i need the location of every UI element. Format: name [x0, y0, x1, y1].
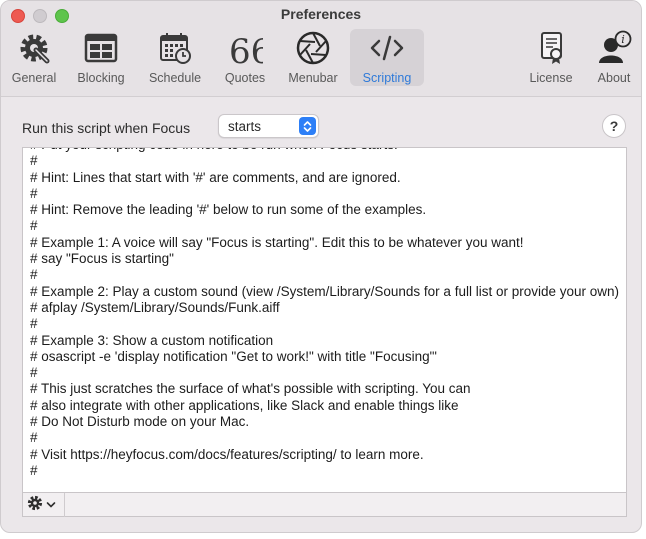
aperture-icon	[293, 29, 333, 67]
trigger-select[interactable]: starts	[218, 114, 319, 138]
script-editor[interactable]: # Put your scripting code in here to be …	[22, 147, 627, 493]
script-line: #	[30, 218, 38, 234]
script-text[interactable]: # Put your scripting code in here to be …	[30, 148, 626, 479]
script-line: # Example 1: A voice will say "Focus is …	[30, 234, 524, 250]
script-line: # say "Focus is starting"	[30, 251, 174, 267]
window-grid-icon	[81, 29, 121, 67]
code-brackets-icon	[367, 29, 407, 67]
trigger-label: Run this script when Focus	[22, 120, 191, 136]
toolbar-label: Blocking	[77, 71, 125, 85]
script-line: # osascript -e 'display notification "Ge…	[30, 348, 437, 364]
help-button[interactable]: ?	[602, 114, 626, 138]
toolbar-label: Schedule	[148, 71, 202, 85]
toolbar-label: License	[529, 71, 573, 85]
trigger-select-value: starts	[228, 119, 262, 134]
certificate-icon	[531, 29, 571, 67]
svg-text:i: i	[621, 33, 625, 46]
script-line: #	[30, 316, 38, 332]
window-title: Preferences	[280, 6, 362, 22]
toolbar-item-scripting[interactable]: Scripting	[350, 29, 424, 86]
help-symbol: ?	[609, 118, 619, 134]
preferences-window: Preferences General Blocking Schedule 6 …	[0, 0, 642, 533]
script-line: #	[30, 153, 38, 169]
svg-text:66: 66	[229, 32, 263, 65]
script-line: # This just scratches the surface of wha…	[30, 381, 471, 397]
toolbar-item-menubar[interactable]: Menubar	[283, 29, 343, 86]
gear-menu-button[interactable]	[26, 493, 65, 517]
script-line: #	[30, 430, 38, 446]
toolbar-item-quotes[interactable]: 66 Quotes	[217, 29, 273, 86]
script-line: #	[30, 365, 38, 381]
script-line: # also integrate with other applications…	[30, 397, 459, 413]
gear-wrench-icon	[14, 29, 54, 67]
calendar-clock-icon	[155, 29, 195, 67]
script-line: # Hint: Remove the leading '#' below to …	[30, 202, 427, 218]
toolbar-label: About	[597, 71, 631, 85]
toolbar-item-schedule[interactable]: Schedule	[145, 29, 205, 86]
toolbar-label: Quotes	[224, 71, 266, 85]
script-line: #	[30, 462, 38, 478]
toolbar-item-about[interactable]: i About	[589, 29, 639, 86]
toolbar-label: Scripting	[362, 71, 412, 85]
quote-marks-icon: 66	[225, 29, 265, 67]
script-line: # Example 3: Show a custom notification	[30, 332, 274, 348]
gear-icon	[26, 494, 44, 517]
script-line: # Do Not Disturb mode on your Mac.	[30, 414, 250, 430]
toolbar-item-blocking[interactable]: Blocking	[71, 29, 131, 86]
toolbar: Preferences General Blocking Schedule 6 …	[1, 1, 641, 97]
toolbar-label: Menubar	[288, 71, 338, 85]
toolbar-label: General	[11, 71, 57, 85]
toolbar-item-license[interactable]: License	[523, 29, 579, 86]
editor-bottom-bar	[22, 493, 627, 517]
script-line: #	[30, 267, 38, 283]
script-line: # Hint: Lines that start with '#' are co…	[30, 169, 401, 185]
toolbar-item-general[interactable]: General	[7, 29, 61, 86]
script-line: # Example 2: Play a custom sound (view /…	[30, 283, 620, 299]
person-info-icon: i	[594, 29, 634, 67]
script-line: # Visit https://heyfocus.com/docs/featur…	[30, 446, 424, 462]
divider	[64, 493, 65, 517]
chevron-down-icon	[46, 496, 56, 514]
chevron-up-down-icon	[299, 117, 316, 135]
script-line: # afplay /System/Library/Sounds/Funk.aif…	[30, 299, 280, 315]
script-line: #	[30, 185, 38, 201]
